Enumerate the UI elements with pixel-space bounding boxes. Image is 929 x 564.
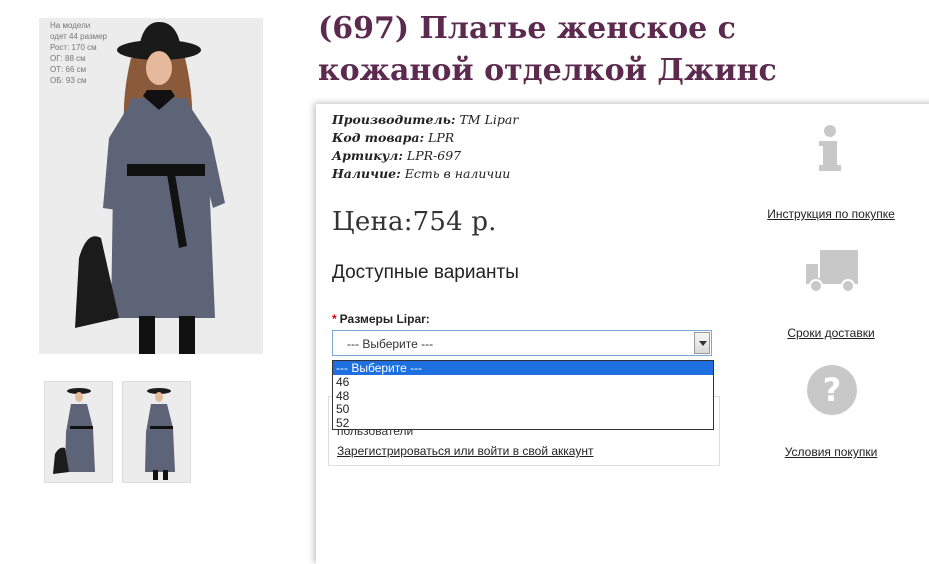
variants-heading: Доступные варианты: [332, 262, 519, 283]
question-icon[interactable]: ?: [806, 364, 858, 420]
product-main-photo[interactable]: На модели одет 44 размер Рост: 170 см ОГ…: [39, 18, 263, 354]
truck-icon[interactable]: [804, 248, 860, 298]
manufacturer-label: Производитель:: [332, 112, 456, 127]
size-option[interactable]: 46: [333, 375, 713, 389]
product-price: Цена:754 р.: [332, 207, 497, 237]
product-thumbnail-1[interactable]: [44, 381, 113, 483]
size-option[interactable]: --- Выберите ---: [333, 361, 713, 375]
size-option[interactable]: 50: [333, 402, 713, 416]
instruction-link[interactable]: Инструкция по покупке: [758, 207, 904, 221]
product-thumbnail-2[interactable]: [122, 381, 191, 483]
article-label: Артикул:: [332, 148, 403, 163]
register-login-link[interactable]: Зарегистрироваться или войти в свой акка…: [337, 444, 593, 458]
product-title: (697) Платье женское с кожаной отделкой …: [318, 11, 777, 88]
manufacturer-value: ТМ Lipar: [459, 112, 519, 127]
thumbnail-image: [123, 382, 190, 482]
stock-value: Есть в наличии: [404, 166, 511, 181]
required-marker: *: [332, 312, 337, 326]
product-meta: Производитель: ТМ Lipar Код товара: LPR …: [332, 111, 518, 183]
code-value: LPR: [428, 130, 455, 145]
size-select-value: --- Выберите ---: [347, 337, 434, 351]
terms-link[interactable]: Условия покупки: [774, 445, 888, 459]
model-measurements: На модели одет 44 размер Рост: 170 см ОГ…: [50, 21, 108, 85]
size-option[interactable]: 52: [333, 416, 713, 430]
stock-label: Наличие:: [332, 166, 401, 181]
size-label: * Размеры Lipar:: [332, 312, 430, 326]
size-option[interactable]: 48: [333, 389, 713, 403]
svg-text:?: ?: [823, 371, 842, 409]
article-value: LPR-697: [406, 148, 462, 163]
thumbnail-image: [45, 382, 112, 482]
code-label: Код товара:: [332, 130, 425, 145]
info-icon[interactable]: [818, 124, 842, 176]
size-dropdown-list[interactable]: --- Выберите --- 46 48 50 52: [332, 360, 714, 430]
chevron-down-icon[interactable]: [694, 332, 710, 354]
delivery-link[interactable]: Сроки доставки: [776, 326, 886, 340]
size-select[interactable]: --- Выберите ---: [332, 330, 712, 356]
